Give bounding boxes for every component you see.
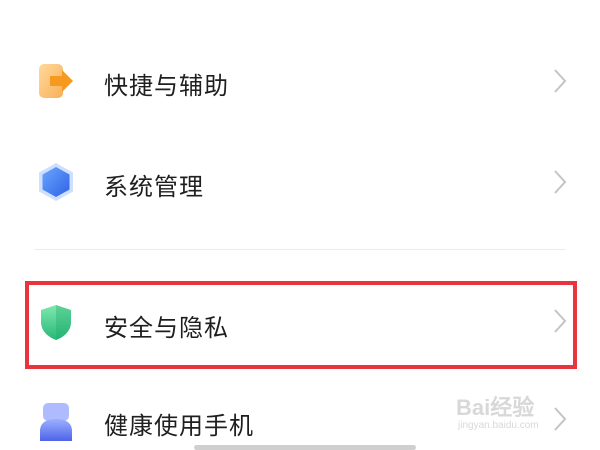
settings-item-label: 系统管理 <box>104 173 204 201</box>
hexagon-system-icon <box>39 163 73 201</box>
watermark-brand: Bai经验 <box>456 395 535 420</box>
settings-item-shortcuts[interactable]: 快捷与辅助 <box>0 36 600 126</box>
digital-wellbeing-icon <box>40 403 72 441</box>
settings-screen: 快捷与辅助 系统管理 安全与隐私 健康使用手机 Bai经验 jingyan.ba… <box>0 0 600 450</box>
highlight-box <box>25 281 577 369</box>
shortcut-arrow-icon <box>39 64 73 98</box>
settings-item-label: 快捷与辅助 <box>104 72 229 100</box>
chevron-right-icon <box>554 69 567 93</box>
home-indicator[interactable] <box>194 445 416 450</box>
settings-item-system[interactable]: 系统管理 <box>0 136 600 226</box>
watermark-url: jingyan.baidu.com <box>458 420 539 431</box>
chevron-right-icon <box>554 170 567 194</box>
section-divider <box>34 249 566 250</box>
baidu-jingyan-watermark: Bai经验 jingyan.baidu.com <box>456 382 566 442</box>
settings-item-label: 健康使用手机 <box>104 412 254 440</box>
